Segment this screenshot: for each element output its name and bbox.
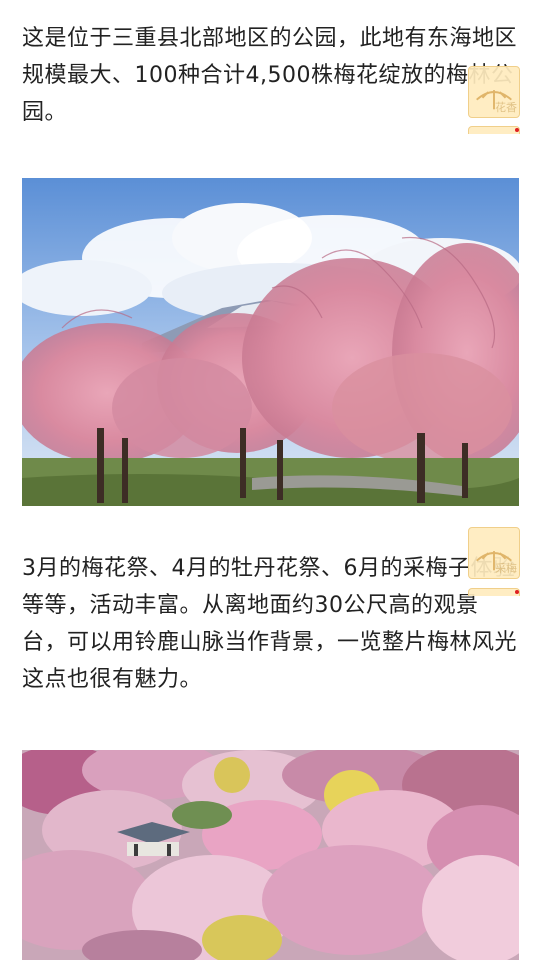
plum-blossom-float-button[interactable]: 花香 — [468, 66, 520, 118]
float-widget-label: 采梅 — [495, 562, 517, 575]
notification-dot — [515, 590, 519, 594]
float-widget-label: 花香 — [495, 101, 517, 114]
paragraph-events: 3月的梅花祭、4月的牡丹花祭、6月的采梅子体验等等，活动丰富。从离地面约30公尺… — [22, 556, 518, 692]
notification-dot — [515, 128, 519, 132]
article-content: 这是位于三重县北部地区的公园，此地有东海地区规模最大、100种合计4,500株梅… — [0, 0, 540, 960]
float-widget-peek — [468, 126, 520, 134]
float-widget-peek — [468, 588, 520, 596]
plum-blossom-float-button[interactable]: 采梅 — [468, 527, 520, 579]
weeping-plum-trees-mountain-photo[interactable] — [22, 178, 519, 506]
plum-grove-aerial-photo[interactable] — [22, 750, 519, 960]
paragraph-intro: 这是位于三重县北部地区的公园，此地有东海地区规模最大、100种合计4,500株梅… — [22, 26, 518, 125]
